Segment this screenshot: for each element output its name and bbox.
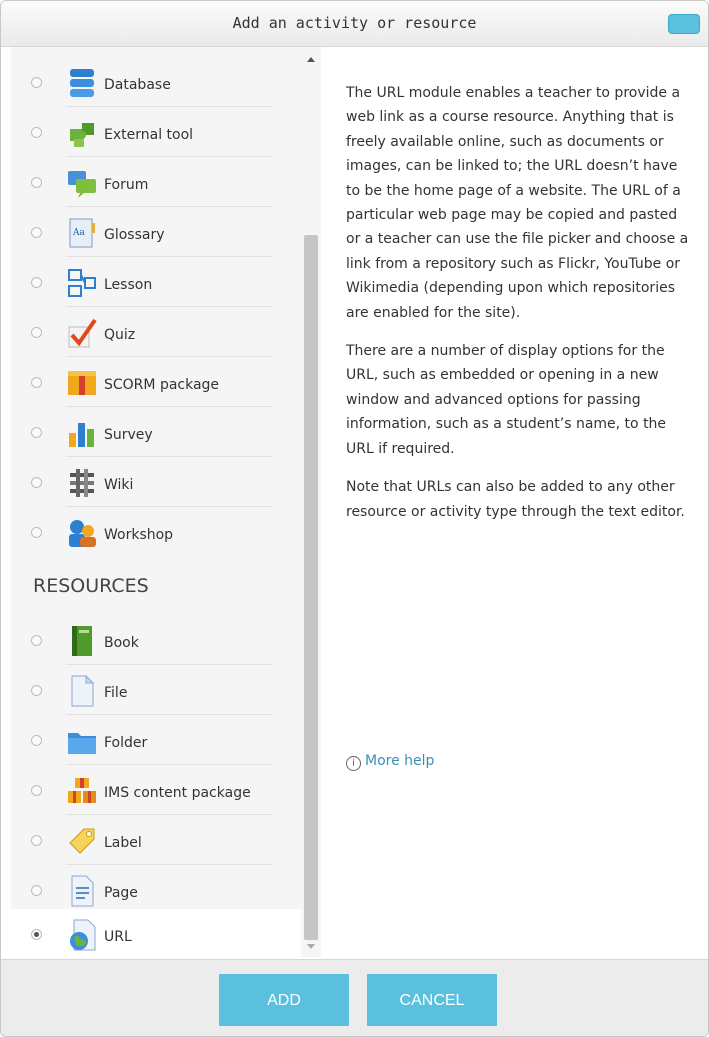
dialog-footer: ADD CANCEL bbox=[1, 959, 708, 1036]
forum-icon bbox=[68, 171, 96, 198]
file-icon bbox=[71, 675, 95, 707]
option-label: Forum bbox=[104, 177, 149, 193]
option-wiki[interactable]: Wiki bbox=[11, 457, 301, 507]
more-help-label[interactable]: More help bbox=[365, 753, 434, 769]
more-help-link[interactable]: i More help bbox=[346, 753, 434, 771]
survey-chart-icon bbox=[69, 423, 94, 447]
radio-button[interactable] bbox=[31, 377, 42, 388]
option-label: Database bbox=[104, 77, 171, 93]
radio-button[interactable] bbox=[31, 885, 42, 896]
radio-button[interactable] bbox=[31, 785, 42, 796]
option-page[interactable]: Page bbox=[11, 865, 301, 915]
module-list: Database External tool Forum Aa Glossary… bbox=[11, 47, 301, 957]
radio-button[interactable] bbox=[31, 427, 42, 438]
option-label: SCORM package bbox=[104, 377, 220, 393]
option-url[interactable]: URL bbox=[11, 909, 301, 957]
radio-button[interactable] bbox=[31, 527, 42, 538]
option-book[interactable]: Book bbox=[11, 615, 301, 665]
folder-icon bbox=[68, 733, 96, 754]
dialog-titlebar: Add an activity or resource bbox=[1, 1, 708, 47]
add-activity-dialog: Add an activity or resource Database Ext… bbox=[0, 0, 709, 1037]
radio-button[interactable] bbox=[31, 635, 42, 646]
option-glossary[interactable]: Aa Glossary bbox=[11, 207, 301, 257]
scorm-package-icon bbox=[68, 371, 96, 395]
cancel-button[interactable]: CANCEL bbox=[367, 974, 497, 1026]
radio-button[interactable] bbox=[31, 127, 42, 138]
radio-button[interactable] bbox=[31, 327, 42, 338]
option-label: Label bbox=[104, 835, 142, 851]
info-icon: i bbox=[346, 756, 361, 771]
radio-button[interactable] bbox=[31, 685, 42, 696]
svg-text:Aa: Aa bbox=[72, 228, 85, 238]
option-survey[interactable]: Survey bbox=[11, 407, 301, 457]
radio-button[interactable] bbox=[31, 77, 42, 88]
scroll-thumb[interactable] bbox=[304, 235, 318, 940]
option-label: Glossary bbox=[104, 227, 165, 243]
option-forum[interactable]: Forum bbox=[11, 157, 301, 207]
option-external-tool[interactable]: External tool bbox=[11, 107, 301, 157]
option-label: Page bbox=[104, 885, 138, 901]
list-scrollbar[interactable] bbox=[301, 47, 321, 957]
radio-button-selected[interactable] bbox=[31, 929, 42, 940]
option-quiz[interactable]: Quiz bbox=[11, 307, 301, 357]
glossary-icon: Aa bbox=[69, 218, 95, 248]
scroll-up-arrow-icon[interactable] bbox=[307, 57, 315, 62]
option-label: File bbox=[104, 685, 128, 701]
module-description: The URL module enables a teacher to prov… bbox=[346, 81, 691, 538]
scroll-down-arrow-icon[interactable] bbox=[307, 944, 315, 949]
book-icon bbox=[72, 626, 92, 656]
page-icon bbox=[71, 875, 94, 907]
quiz-checkmark-icon bbox=[68, 318, 97, 348]
option-label: Survey bbox=[104, 427, 153, 443]
radio-button[interactable] bbox=[31, 227, 42, 238]
database-icon bbox=[70, 69, 94, 97]
workshop-people-icon bbox=[69, 520, 96, 547]
option-label: URL bbox=[104, 929, 132, 945]
option-ims-content-package[interactable]: IMS content package bbox=[11, 765, 301, 815]
label-tag-icon bbox=[69, 828, 95, 854]
radio-button[interactable] bbox=[31, 735, 42, 746]
option-folder[interactable]: Folder bbox=[11, 715, 301, 765]
add-button[interactable]: ADD bbox=[219, 974, 349, 1026]
option-label: Book bbox=[104, 635, 139, 651]
wiki-icon bbox=[70, 469, 94, 497]
option-label: External tool bbox=[104, 127, 194, 143]
url-globe-icon bbox=[70, 919, 96, 951]
option-label: Quiz bbox=[104, 327, 136, 343]
option-label: Workshop bbox=[104, 527, 174, 543]
option-scorm-package[interactable]: SCORM package bbox=[11, 357, 301, 407]
option-workshop[interactable]: Workshop bbox=[11, 507, 301, 557]
radio-button[interactable] bbox=[31, 177, 42, 188]
resources-heading: RESOURCES bbox=[33, 575, 149, 597]
option-label: Lesson bbox=[104, 277, 153, 293]
radio-button[interactable] bbox=[31, 477, 42, 488]
ims-package-icon bbox=[68, 778, 96, 803]
description-paragraph: The URL module enables a teacher to prov… bbox=[346, 85, 689, 321]
option-label: Folder bbox=[104, 735, 148, 751]
description-paragraph: There are a number of display options fo… bbox=[346, 343, 667, 457]
option-label-resource[interactable]: Label bbox=[11, 815, 301, 865]
lesson-icon bbox=[68, 269, 96, 297]
option-database[interactable]: Database bbox=[11, 57, 301, 107]
description-paragraph: Note that URLs can also be added to any … bbox=[346, 479, 685, 520]
dialog-title: Add an activity or resource bbox=[232, 14, 477, 32]
radio-button[interactable] bbox=[31, 277, 42, 288]
option-label: IMS content package bbox=[104, 785, 251, 801]
option-label: Wiki bbox=[104, 477, 134, 493]
puzzle-icon bbox=[70, 123, 94, 147]
radio-button[interactable] bbox=[31, 835, 42, 846]
close-button[interactable] bbox=[668, 14, 700, 34]
option-file[interactable]: File bbox=[11, 665, 301, 715]
option-lesson[interactable]: Lesson bbox=[11, 257, 301, 307]
